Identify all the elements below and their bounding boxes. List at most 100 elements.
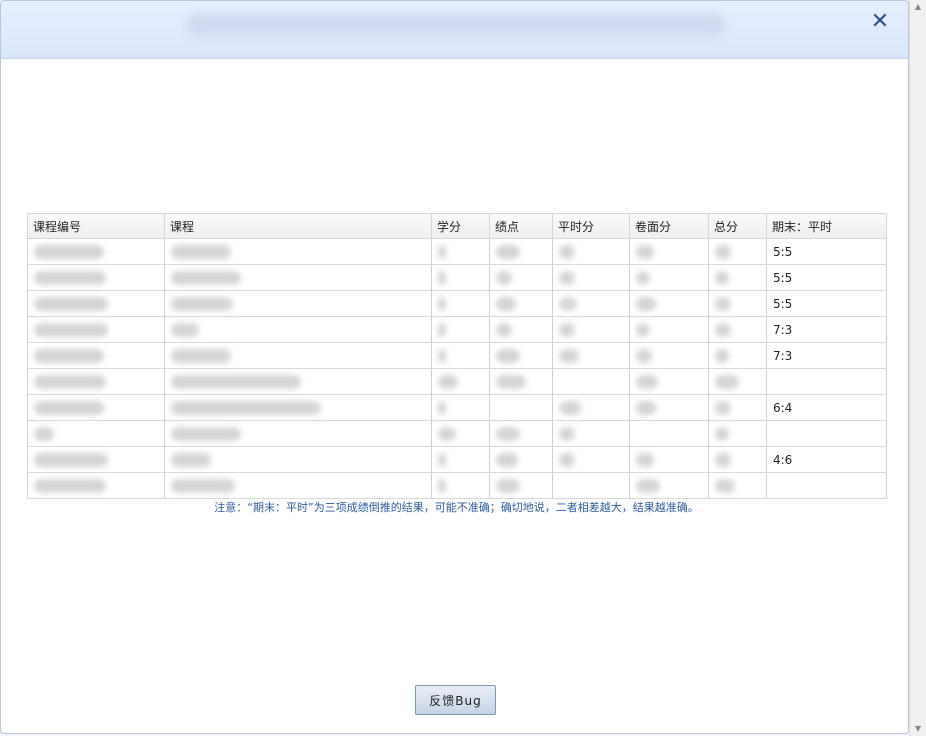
cell-course-id-redacted <box>27 472 165 499</box>
cell-credit-redacted <box>431 446 490 473</box>
redacted-value <box>171 478 235 493</box>
cell-ratio: 5:5 <box>766 238 887 265</box>
table-row <box>27 420 887 447</box>
redacted-value <box>496 296 516 311</box>
redacted-value <box>171 348 231 363</box>
table-header-row: 课程编号 课程 学分 绩点 平时分 卷面分 总分 期末：平时 <box>27 213 887 239</box>
redacted-value <box>636 296 656 311</box>
cell-credit-redacted <box>431 368 490 395</box>
cell-total-redacted <box>708 472 767 499</box>
vertical-scrollbar[interactable]: ▲ ▼ <box>909 0 926 736</box>
redacted-value <box>715 296 731 311</box>
redacted-value <box>636 348 652 363</box>
redacted-value <box>559 322 575 337</box>
cell-total-redacted <box>708 264 767 291</box>
redacted-value <box>715 244 731 259</box>
redacted-value <box>496 244 520 259</box>
cell-gpa-redacted <box>489 290 553 317</box>
table-row: 7:3 <box>27 342 887 369</box>
cell-exam-score-redacted <box>629 238 709 265</box>
table-row <box>27 472 887 499</box>
redacted-value <box>559 296 577 311</box>
redacted-value <box>438 452 446 467</box>
redacted-value <box>636 478 660 493</box>
table-row: 5:5 <box>27 238 887 265</box>
redacted-value <box>559 452 575 467</box>
cell-course-id-redacted <box>27 394 165 421</box>
cell-exam-score-redacted <box>629 342 709 369</box>
redacted-value <box>715 348 729 363</box>
redacted-value <box>559 400 581 415</box>
redacted-value <box>559 270 575 285</box>
cell-course-redacted <box>164 342 432 369</box>
cell-regular-score-redacted <box>552 446 630 473</box>
cell-course-id-redacted <box>27 316 165 343</box>
redacted-value <box>438 426 456 441</box>
redacted-value <box>496 322 512 337</box>
cell-regular-score-redacted <box>552 264 630 291</box>
cell-ratio: 7:3 <box>766 316 887 343</box>
cell-credit-redacted <box>431 420 490 447</box>
close-icon[interactable]: ✕ <box>869 11 891 33</box>
redacted-value <box>715 400 731 415</box>
redacted-value <box>438 348 446 363</box>
redacted-value <box>438 244 446 259</box>
dialog-titlebar: ✕ <box>1 1 908 59</box>
cell-course-redacted <box>164 238 432 265</box>
cell-exam-score-redacted <box>629 420 709 447</box>
scroll-up-icon[interactable]: ▲ <box>910 0 926 14</box>
cell-total-redacted <box>708 316 767 343</box>
cell-credit-redacted <box>431 472 490 499</box>
table-row <box>27 368 887 395</box>
cell-gpa-redacted <box>489 238 553 265</box>
cell-credit-redacted <box>431 342 490 369</box>
cell-regular-score-redacted <box>552 472 630 499</box>
redacted-value <box>715 478 735 493</box>
grade-dialog: ✕ 课程编号 课程 学分 绩点 平时分 卷面分 总分 期末：平时 5:5 5:5 5… <box>0 0 909 734</box>
redacted-value <box>636 452 654 467</box>
cell-ratio: 5:5 <box>766 264 887 291</box>
header-gpa: 绩点 <box>489 213 553 239</box>
cell-credit-redacted <box>431 290 490 317</box>
cell-total-redacted <box>708 420 767 447</box>
redacted-value <box>496 270 512 285</box>
cell-course-redacted <box>164 420 432 447</box>
redacted-value <box>559 244 575 259</box>
redacted-value <box>496 348 520 363</box>
table-row: 5:5 <box>27 264 887 291</box>
redacted-value <box>34 426 54 441</box>
redacted-value <box>171 270 241 285</box>
cell-regular-score-redacted <box>552 290 630 317</box>
cell-ratio <box>766 472 887 499</box>
cell-gpa-redacted <box>489 368 553 395</box>
dialog-title-redacted <box>186 13 726 37</box>
cell-ratio: 5:5 <box>766 290 887 317</box>
cell-ratio: 6:4 <box>766 394 887 421</box>
redacted-value <box>715 426 729 441</box>
grades-table-body: 5:5 5:5 5:5 7:3 7:3 6:4 4:6 <box>27 238 887 499</box>
cell-regular-score-redacted <box>552 316 630 343</box>
cell-gpa-redacted <box>489 394 553 421</box>
cell-ratio <box>766 368 887 395</box>
cell-credit-redacted <box>431 264 490 291</box>
redacted-value <box>559 348 579 363</box>
redacted-value <box>438 296 446 311</box>
redacted-value <box>636 400 656 415</box>
redacted-value <box>171 400 321 415</box>
cell-course-id-redacted <box>27 368 165 395</box>
redacted-value <box>34 478 106 493</box>
redacted-value <box>715 322 731 337</box>
note-text: 注意：“期末：平时”为三项成绩倒推的结果，可能不准确；确切地说，二者相差越大，结… <box>214 501 699 514</box>
cell-course-redacted <box>164 316 432 343</box>
cell-total-redacted <box>708 342 767 369</box>
cell-total-redacted <box>708 446 767 473</box>
header-exam-score: 卷面分 <box>629 213 709 239</box>
cell-regular-score-redacted <box>552 394 630 421</box>
scroll-down-icon[interactable]: ▼ <box>910 722 926 736</box>
cell-course-id-redacted <box>27 264 165 291</box>
cell-exam-score-redacted <box>629 394 709 421</box>
feedback-bug-button[interactable]: 反馈Bug <box>415 685 496 715</box>
redacted-value <box>559 426 575 441</box>
redacted-value <box>438 400 446 415</box>
cell-regular-score-redacted <box>552 368 630 395</box>
